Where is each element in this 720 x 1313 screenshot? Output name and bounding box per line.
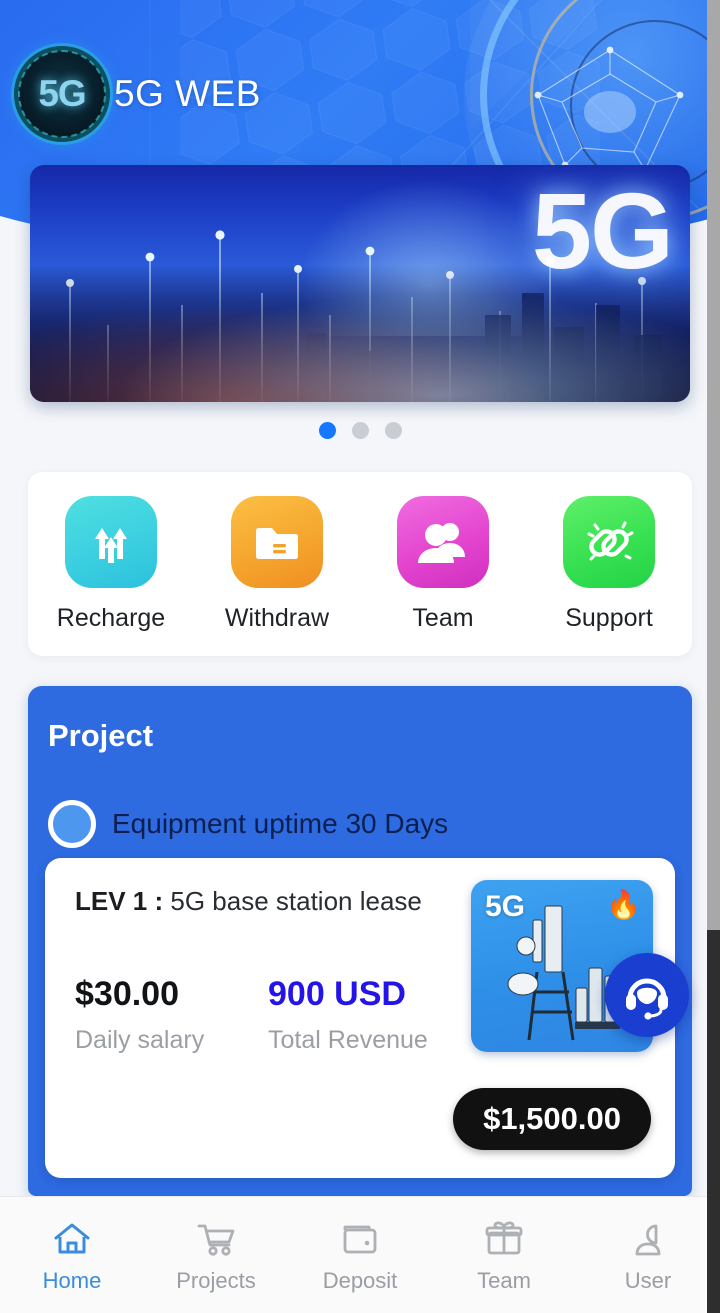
quick-action-recharge[interactable]: Recharge [36, 495, 186, 633]
brand: 5G 5G WEB [14, 46, 261, 142]
total-revenue-value: 900 USD [268, 975, 406, 1013]
product-price-button[interactable]: $1,500.00 [453, 1088, 651, 1150]
product-title-separator: : [154, 886, 164, 916]
product-metrics: $30.00 Daily salary 900 USD Total Revenu… [75, 973, 461, 1055]
nav-item-deposit[interactable]: Deposit [288, 1217, 432, 1294]
brand-logo-icon: 5G [14, 46, 110, 142]
product-title: LEV 1 : 5G base station lease [75, 886, 422, 917]
quick-action-withdraw[interactable]: Withdraw [202, 495, 352, 633]
nav-item-user[interactable]: User [576, 1217, 720, 1294]
equipment-uptime-option[interactable]: Equipment uptime 30 Days [48, 800, 448, 848]
gift-icon [485, 1220, 523, 1254]
hero-banner-carousel[interactable]: 5G [30, 165, 690, 402]
radio-selected-icon[interactable] [48, 800, 96, 848]
nav-label: Home [42, 1267, 102, 1293]
metric-total-revenue: 900 USD Total Revenue [268, 973, 461, 1055]
quick-action-team[interactable]: Team [368, 495, 518, 633]
nav-label: Projects [176, 1267, 256, 1293]
banner-5g-text: 5G [531, 170, 674, 291]
quick-actions-card: Recharge Withdraw Team Support [28, 472, 692, 656]
quick-action-support[interactable]: Support [534, 495, 684, 633]
app-root: 5G 5G WEB 5G Recharge Withdraw Team Supp… [0, 0, 720, 1313]
product-name: 5G base station lease [170, 886, 422, 916]
headset-support-icon [626, 978, 668, 1020]
brand-logo-text: 5G [38, 73, 86, 114]
nav-label: Deposit [322, 1267, 398, 1293]
nav-item-team[interactable]: Team [432, 1217, 576, 1294]
quick-action-label: Support [565, 603, 653, 632]
folder-icon [231, 495, 323, 588]
quick-action-label: Withdraw [224, 603, 330, 632]
carousel-dots[interactable] [0, 422, 720, 439]
nav-item-home[interactable]: Home [0, 1217, 144, 1294]
person-icon [635, 1224, 661, 1255]
quick-action-label: Recharge [56, 603, 166, 632]
people-icon [397, 495, 489, 588]
bottom-navigation-bar: Home Projects Deposit Team User [0, 1196, 720, 1313]
carousel-dot-1[interactable] [318, 422, 336, 439]
cart-icon [197, 1224, 235, 1256]
wallet-icon [343, 1225, 377, 1253]
banner-slide-1[interactable]: 5G [30, 165, 690, 402]
product-card[interactable]: LEV 1 : 5G base station lease $30.00 Dai… [45, 858, 675, 1178]
home-icon [54, 1223, 90, 1253]
nav-item-projects[interactable]: Projects [144, 1217, 288, 1294]
project-panel: Project Equipment uptime 30 Days LEV 1 :… [28, 686, 692, 1196]
scrollbar-thumb[interactable] [707, 930, 720, 1313]
daily-salary-value: $30.00 [75, 975, 179, 1013]
metric-daily-salary: $30.00 Daily salary [75, 973, 268, 1055]
app-title: 5G WEB [114, 73, 261, 114]
nav-label: User [624, 1267, 672, 1293]
quick-action-label: Team [412, 603, 474, 632]
page-scrollbar[interactable] [707, 0, 720, 1313]
nav-label: Team [477, 1267, 531, 1293]
product-level: LEV 1 [75, 886, 148, 916]
chain-link-icon [563, 495, 655, 588]
carousel-dot-3[interactable] [384, 422, 402, 439]
scrollbar-track[interactable] [707, 0, 720, 930]
daily-salary-label: Daily salary [75, 1025, 205, 1054]
up-arrows-icon [65, 495, 157, 588]
project-title: Project [48, 718, 154, 753]
carousel-dot-2[interactable] [351, 422, 369, 439]
customer-support-fab[interactable] [605, 953, 689, 1037]
total-revenue-label: Total Revenue [268, 1025, 428, 1054]
equipment-uptime-label: Equipment uptime 30 Days [112, 808, 449, 839]
